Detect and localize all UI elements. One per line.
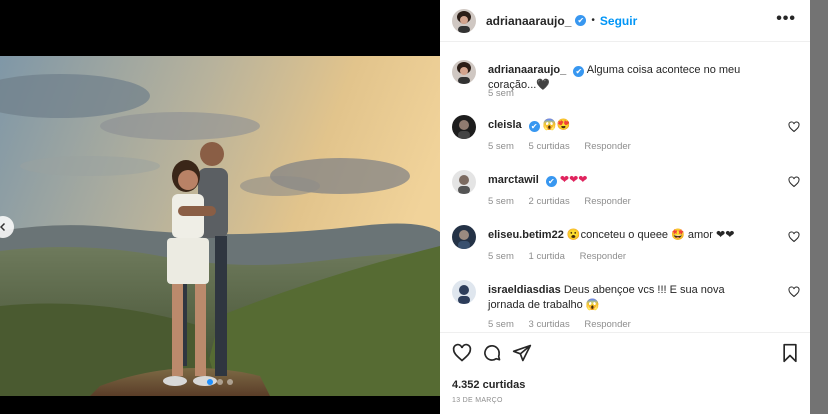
comment-icon[interactable] [482,343,502,363]
action-bar: 4.352 curtidas 13 DE MARÇO [440,332,810,414]
caption-username[interactable]: adrianaaraujo_ [488,64,566,76]
comment-like-heart-icon[interactable] [788,121,800,133]
comment-text: 😮conceteu o queee 🤩 amor ❤❤ [566,229,735,241]
comment-username[interactable]: cleisla [488,119,522,131]
carousel-indicator [0,379,440,385]
comment-avatar[interactable] [452,225,476,249]
carousel-dot-1 [207,379,213,385]
follow-button[interactable]: Seguir [600,14,637,28]
like-count[interactable]: 4.352 curtidas [452,379,525,391]
page-backdrop [810,0,828,414]
bookmark-icon[interactable] [780,343,800,363]
comment-text: ❤❤❤ [559,174,588,186]
verified-icon: ✔ [528,121,540,132]
comment-like-heart-icon[interactable] [788,176,800,188]
more-icon[interactable]: ••• [776,11,796,27]
comment-like-heart-icon[interactable] [788,286,800,298]
post-media [0,0,440,414]
post-date[interactable]: 13 DE MARÇO [452,397,503,404]
author-avatar[interactable] [452,8,476,33]
carousel-dot-2 [217,379,223,385]
comment-avatar[interactable] [452,280,476,304]
share-icon[interactable] [512,343,532,363]
couple-figure [163,142,228,386]
post-panel: adrianaaraujo_ ✔ • Seguir ••• adrianaara… [440,0,810,414]
comment-likes[interactable]: 1 curtida [529,251,565,262]
comments-list[interactable]: adrianaaraujo_ ✔ Alguma coisa acontece n… [440,42,810,332]
comment-avatar[interactable] [452,115,476,139]
comment-username[interactable]: israeldiasdias [488,284,561,296]
header-separator: • [591,15,595,26]
reply-button[interactable]: Responder [584,141,630,152]
post-header: adrianaaraujo_ ✔ • Seguir ••• [440,0,810,42]
reply-button[interactable]: Responder [580,251,626,262]
heart-icon[interactable] [452,343,472,363]
comment-avatar[interactable] [452,170,476,194]
verified-icon: ✔ [573,66,585,77]
comment-like-heart-icon[interactable] [788,231,800,243]
reply-button[interactable]: Responder [584,319,630,330]
comment-time[interactable]: 5 sem [488,141,514,152]
chevron-left-icon [0,222,6,232]
comment-username[interactable]: marctawil [488,174,539,186]
comment-time[interactable]: 5 sem [488,196,514,207]
verified-icon: ✔ [545,176,557,187]
caption-avatar[interactable] [452,60,476,84]
comment-time[interactable]: 5 sem [488,251,514,262]
verified-icon: ✔ [575,15,587,26]
reply-button[interactable]: Responder [584,196,630,207]
author-username[interactable]: adrianaaraujo_ [486,14,571,28]
comment-username[interactable]: eliseu.betim22 [488,229,564,241]
carousel-dot-3 [227,379,233,385]
post-photo [0,56,440,396]
comment-time[interactable]: 5 sem [488,319,514,330]
caption-time[interactable]: 5 sem [488,88,514,99]
comment-likes[interactable]: 5 curtidas [529,141,570,152]
comment-likes[interactable]: 2 curtidas [529,196,570,207]
comment-likes[interactable]: 3 curtidas [529,319,570,330]
comment-text: 😱😍 [542,119,571,131]
